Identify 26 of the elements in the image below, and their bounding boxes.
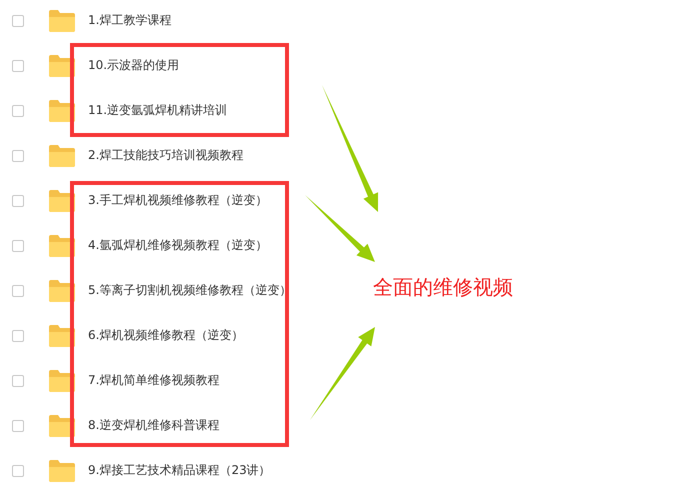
checkbox[interactable] xyxy=(12,60,24,72)
folder-name[interactable]: 10.示波器的使用 xyxy=(88,57,180,74)
folder-icon xyxy=(49,10,75,32)
checkbox[interactable] xyxy=(12,420,24,432)
folder-name[interactable]: 7.焊机简单维修视频教程 xyxy=(88,372,220,389)
checkbox[interactable] xyxy=(12,374,24,386)
folder-name[interactable]: 11.逆变氩弧焊机精讲培训 xyxy=(88,102,228,119)
checkbox[interactable] xyxy=(12,104,24,116)
checkbox[interactable] xyxy=(12,240,24,252)
folder-name[interactable]: 4.氩弧焊机维修视频教程（逆变） xyxy=(88,237,268,254)
checkbox[interactable] xyxy=(12,284,24,296)
annotation-text: 全面的维修视频 xyxy=(373,274,513,301)
folder-name[interactable]: 3.手工焊机视频维修教程（逆变） xyxy=(88,192,268,209)
checkbox[interactable] xyxy=(12,464,24,476)
checkbox[interactable] xyxy=(12,194,24,206)
folder-name[interactable]: 2.焊工技能技巧培训视频教程 xyxy=(88,147,244,164)
folder-icon xyxy=(49,144,75,166)
folder-icon xyxy=(49,460,75,482)
checkbox[interactable] xyxy=(12,330,24,342)
checkbox[interactable] xyxy=(12,150,24,162)
folder-name[interactable]: 5.等离子切割机视频维修教程（逆变） xyxy=(88,282,292,299)
folder-name[interactable]: 6.焊机视频维修教程（逆变） xyxy=(88,327,244,344)
folder-name[interactable]: 1.焊工教学课程 xyxy=(88,12,172,29)
folder-name[interactable]: 9.焊接工艺技术精品课程（23讲） xyxy=(88,462,271,479)
folder-name[interactable]: 8.逆变焊机维修科普课程 xyxy=(88,417,220,434)
checkbox[interactable] xyxy=(12,14,24,26)
